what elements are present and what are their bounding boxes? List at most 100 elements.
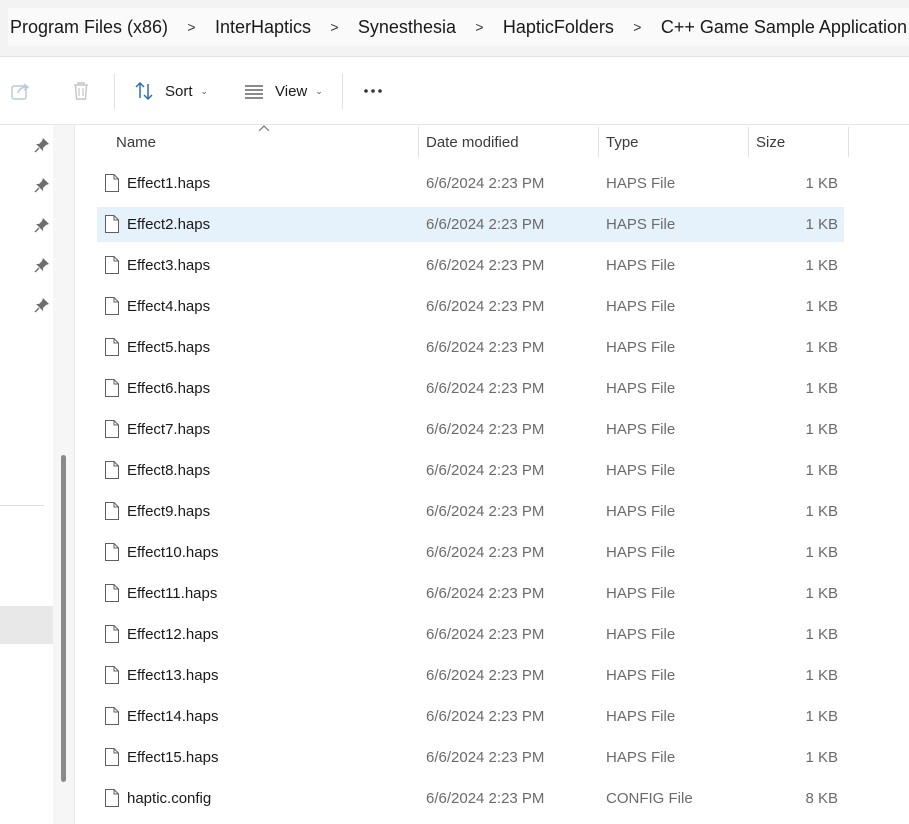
file-row[interactable]: Effect4.haps 6/6/2024 2:23 PM HAPS File … — [97, 289, 844, 324]
file-name: Effect8.haps — [127, 462, 211, 479]
file-icon — [105, 256, 119, 274]
breadcrumb-separator[interactable]: > — [616, 19, 659, 35]
column-separator[interactable] — [598, 127, 599, 157]
file-size: 1 KB — [805, 421, 838, 438]
file-row[interactable]: Effect6.haps 6/6/2024 2:23 PM HAPS File … — [97, 371, 844, 406]
more-options-button[interactable] — [362, 75, 384, 107]
breadcrumb-item-synesthesia[interactable]: Synesthesia — [356, 17, 458, 38]
file-row[interactable]: Effect2.haps 6/6/2024 2:23 PM HAPS File … — [97, 207, 844, 242]
file-row[interactable]: Effect9.haps 6/6/2024 2:23 PM HAPS File … — [97, 494, 844, 529]
file-name: Effect15.haps — [127, 749, 219, 766]
file-row[interactable]: Effect10.haps 6/6/2024 2:23 PM HAPS File… — [97, 535, 844, 570]
file-type: HAPS File — [606, 667, 676, 684]
file-name: Effect5.haps — [127, 339, 211, 356]
file-explorer-window: Program Files (x86) > InterHaptics > Syn… — [0, 0, 909, 824]
file-type: HAPS File — [606, 380, 676, 397]
file-type: HAPS File — [606, 216, 676, 233]
nav-scrollbar-thumb[interactable] — [61, 455, 66, 782]
file-date-modified: 6/6/2024 2:23 PM — [426, 790, 545, 807]
file-name: Effect10.haps — [127, 544, 219, 561]
file-name: Effect7.haps — [127, 421, 211, 438]
file-row[interactable]: Effect14.haps 6/6/2024 2:23 PM HAPS File… — [97, 699, 844, 734]
chevron-down-icon: ⌄ — [315, 85, 323, 96]
file-date-modified: 6/6/2024 2:23 PM — [426, 667, 545, 684]
file-size: 1 KB — [805, 749, 838, 766]
file-row[interactable]: Effect5.haps 6/6/2024 2:23 PM HAPS File … — [97, 330, 844, 365]
file-type: HAPS File — [606, 298, 676, 315]
pin-icon[interactable] — [34, 217, 50, 233]
breadcrumb-item-current-folder[interactable]: C++ Game Sample Application — [659, 17, 909, 38]
file-date-modified: 6/6/2024 2:23 PM — [426, 421, 545, 438]
pin-icon[interactable] — [34, 177, 50, 193]
file-icon — [105, 789, 119, 807]
breadcrumb-separator[interactable]: > — [313, 19, 356, 35]
pin-icon[interactable] — [34, 257, 50, 273]
file-icon — [105, 297, 119, 315]
file-row[interactable]: Effect1.haps 6/6/2024 2:23 PM HAPS File … — [97, 166, 844, 201]
file-row[interactable]: Effect8.haps 6/6/2024 2:23 PM HAPS File … — [97, 453, 844, 488]
file-type: HAPS File — [606, 462, 676, 479]
file-size: 1 KB — [805, 626, 838, 643]
file-size: 1 KB — [805, 298, 838, 315]
column-header-name[interactable]: Name — [116, 125, 156, 159]
command-bar: Sort ⌄ View ⌄ — [0, 57, 909, 125]
breadcrumb-separator[interactable]: > — [458, 19, 501, 35]
breadcrumb[interactable]: Program Files (x86) > InterHaptics > Syn… — [8, 8, 909, 46]
breadcrumb-separator[interactable]: > — [170, 19, 213, 35]
column-separator[interactable] — [848, 127, 849, 157]
file-size: 1 KB — [805, 708, 838, 725]
view-button[interactable]: View ⌄ — [243, 75, 323, 107]
file-icon — [105, 338, 119, 356]
file-row[interactable]: Effect15.haps 6/6/2024 2:23 PM HAPS File… — [97, 740, 844, 775]
column-separator[interactable] — [748, 127, 749, 157]
file-size: 1 KB — [805, 462, 838, 479]
sort-label: Sort — [165, 82, 193, 100]
sort-icon — [135, 81, 153, 101]
file-row[interactable]: Effect3.haps 6/6/2024 2:23 PM HAPS File … — [97, 248, 844, 283]
file-row[interactable]: haptic.config 6/6/2024 2:23 PM CONFIG Fi… — [97, 781, 844, 816]
pin-icon[interactable] — [34, 297, 50, 313]
file-name: Effect6.haps — [127, 380, 211, 397]
file-date-modified: 6/6/2024 2:23 PM — [426, 380, 545, 397]
toolbar-divider — [114, 73, 115, 109]
file-icon — [105, 461, 119, 479]
address-bar: Program Files (x86) > InterHaptics > Syn… — [0, 0, 909, 57]
column-header-date[interactable]: Date modified — [426, 125, 519, 159]
file-name: Effect2.haps — [127, 216, 211, 233]
column-header-type[interactable]: Type — [606, 125, 639, 159]
file-date-modified: 6/6/2024 2:23 PM — [426, 749, 545, 766]
file-icon — [105, 707, 119, 725]
sort-ascending-icon — [258, 125, 270, 132]
file-icon — [105, 543, 119, 561]
breadcrumb-item-program-files[interactable]: Program Files (x86) — [8, 17, 170, 38]
pin-icon[interactable] — [34, 137, 50, 153]
file-row[interactable]: Effect13.haps 6/6/2024 2:23 PM HAPS File… — [97, 658, 844, 693]
file-list: Name Date modified Type Size Effect1.hap… — [75, 125, 909, 824]
delete-button[interactable] — [70, 75, 92, 107]
file-icon — [105, 748, 119, 766]
file-row[interactable]: Effect7.haps 6/6/2024 2:23 PM HAPS File … — [97, 412, 844, 447]
column-separator[interactable] — [418, 127, 419, 157]
file-icon — [105, 502, 119, 520]
file-row[interactable]: Effect11.haps 6/6/2024 2:23 PM HAPS File… — [97, 576, 844, 611]
sort-button[interactable]: Sort ⌄ — [133, 75, 208, 107]
file-name: Effect12.haps — [127, 626, 219, 643]
file-date-modified: 6/6/2024 2:23 PM — [426, 708, 545, 725]
share-button[interactable] — [10, 75, 32, 107]
file-name: Effect11.haps — [127, 585, 218, 602]
file-row[interactable]: Effect12.haps 6/6/2024 2:23 PM HAPS File… — [97, 617, 844, 652]
file-type: HAPS File — [606, 421, 676, 438]
file-name: Effect13.haps — [127, 667, 219, 684]
view-label: View — [275, 82, 308, 100]
breadcrumb-item-interhaptics[interactable]: InterHaptics — [213, 17, 313, 38]
file-name: Effect1.haps — [127, 175, 211, 192]
column-header-size[interactable]: Size — [756, 125, 785, 159]
file-date-modified: 6/6/2024 2:23 PM — [426, 462, 545, 479]
file-size: 1 KB — [805, 585, 838, 602]
file-size: 1 KB — [805, 667, 838, 684]
file-name: haptic.config — [127, 790, 212, 807]
file-icon — [105, 215, 119, 233]
delete-icon — [74, 82, 88, 100]
nav-item-selected[interactable] — [0, 606, 53, 644]
breadcrumb-item-hapticfolders[interactable]: HapticFolders — [501, 17, 616, 38]
